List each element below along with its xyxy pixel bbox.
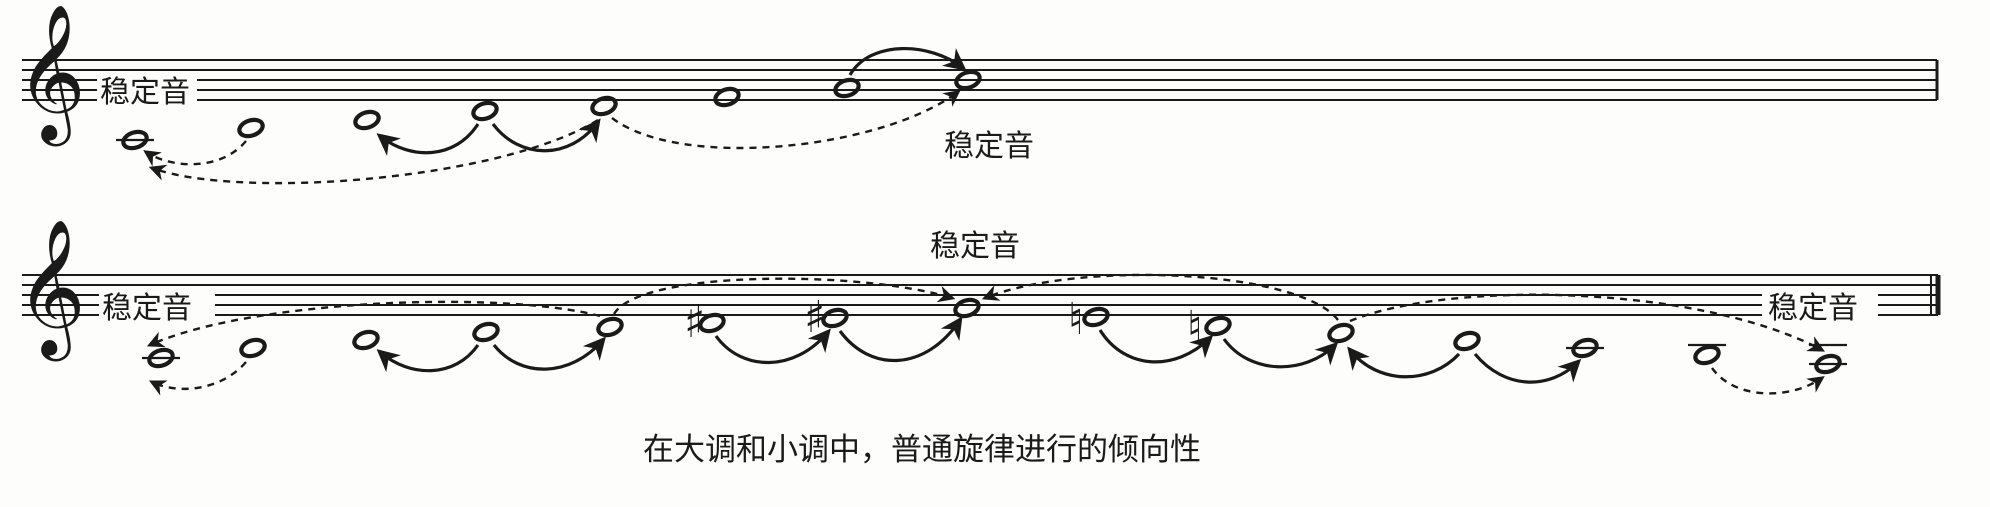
treble-clef-icon: 𝄞 [16, 217, 86, 361]
dashed-arrow-g-to-a [612, 277, 956, 315]
note-f4 [471, 100, 499, 122]
stable-tone-label: 稳定音 [1768, 291, 1858, 326]
treble-clef-icon: 𝄞 [16, 2, 86, 146]
note-d4 [237, 117, 265, 139]
solid-arrow-f-to-e [376, 123, 480, 156]
stable-tone-label: 稳定音 [944, 129, 1034, 164]
stable-tone-label: 稳定音 [100, 75, 190, 110]
note-g4 [590, 95, 618, 117]
note-e4 [353, 109, 381, 131]
note-c4 [116, 129, 154, 151]
solid-arrow-f-to-e [376, 344, 480, 373]
note-d4 [239, 337, 267, 359]
note-c4 [1566, 337, 1604, 359]
staff-1-notes [116, 69, 982, 151]
solid-arrow-d-to-c [1473, 352, 1582, 384]
note-a3 [1809, 343, 1847, 375]
dashed-arrow-d-to-c [143, 140, 247, 167]
dashed-arrow-b-to-a [1711, 367, 1825, 395]
note-c4 [142, 347, 180, 369]
note-e4 [352, 329, 380, 351]
natural-icon: ♮ [1068, 294, 1084, 345]
solid-arrow-natural-f-to-e [1222, 338, 1339, 369]
solid-arrow-sharp-g-to-a [838, 316, 963, 363]
note-f4 [472, 321, 500, 343]
note-b3 [1688, 343, 1726, 366]
stable-tone-label: 稳定音 [930, 229, 1020, 264]
solid-arrow-f-to-g [492, 336, 606, 371]
dashed-arrow-g-to-c [146, 300, 601, 348]
dashed-arrow-g-to-c-low [148, 118, 599, 185]
stable-tone-label: 稳定音 [102, 291, 192, 326]
note-f-natural-4: ♮ [1187, 302, 1232, 353]
solid-arrow-f-to-g [491, 118, 601, 153]
staff-1: 𝄞 稳定音 稳定音 [16, 2, 1939, 185]
note-g4 [596, 316, 624, 338]
staff-1-tendency-arrows [143, 47, 967, 185]
solid-arrow-d-to-e [1347, 346, 1461, 379]
dashed-arrow-e-to-a [981, 273, 1339, 321]
staff-2-tendency-arrows [146, 273, 1825, 396]
staff-2: 稳定音 𝄞 稳定音 稳定音 ♯ ♯ ♮ ♮ [16, 217, 1941, 396]
note-e4 [1327, 322, 1355, 344]
figure-caption: 在大调和小调中，普通旋律进行的倾向性 [643, 432, 1201, 468]
tendency-diagram: 𝄞 稳定音 稳定音 稳定音 𝄞 稳定音 稳定音 ♯ ♯ ♮ ♮ 在大调和小调中，… [16, 2, 1941, 468]
solid-arrow-b-to-c [848, 47, 967, 76]
note-d4 [1453, 330, 1481, 352]
